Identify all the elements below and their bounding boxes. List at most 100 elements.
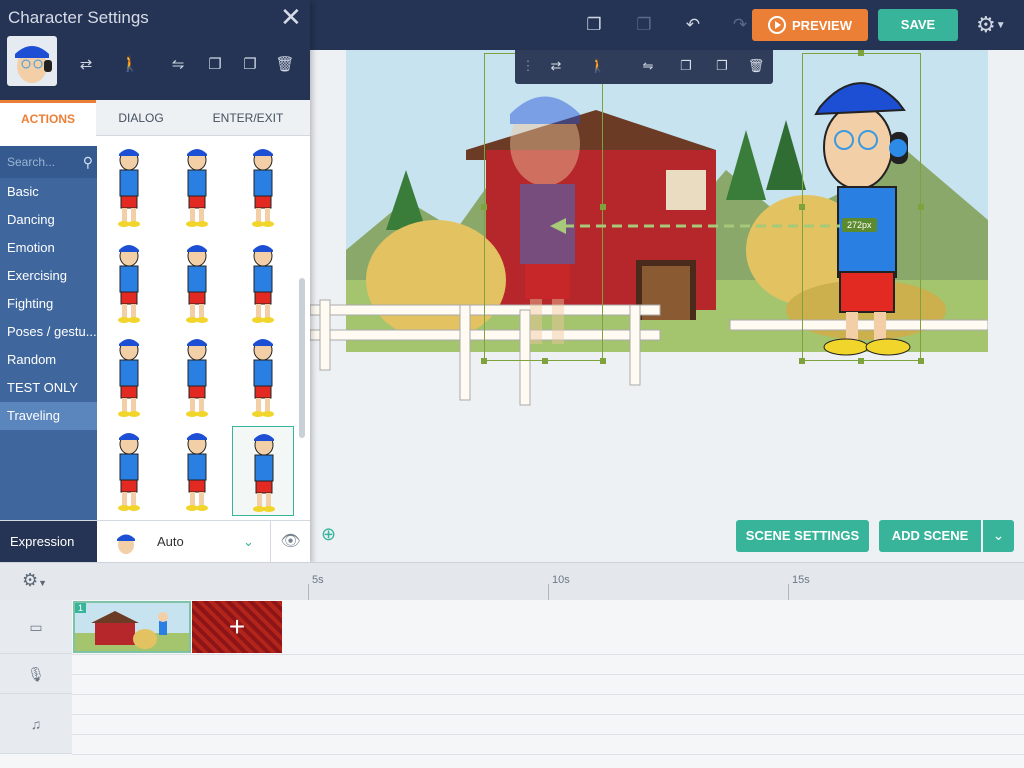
resize-handle[interactable]	[481, 358, 487, 364]
resize-handle[interactable]	[600, 358, 606, 364]
swap-character-icon[interactable]: ⇄	[545, 58, 567, 76]
resize-handle[interactable]	[799, 358, 805, 364]
category-list: Search... ⚲ Basic Dancing Emotion Exercis…	[0, 146, 97, 520]
scrollbar[interactable]	[299, 278, 305, 438]
category-dancing[interactable]: Dancing	[0, 206, 97, 234]
flip-icon[interactable]: ⇋	[166, 55, 190, 77]
character-settings-panel: Character Settings ✕ ⇄ 🚶 ⇋ ❐ ❐ 🗑 ACTIONS…	[0, 0, 310, 563]
row-divider	[72, 654, 1024, 655]
category-poses-gestures[interactable]: Poses / gestu...	[0, 318, 97, 346]
category-traveling[interactable]: Traveling	[0, 402, 97, 430]
panel-title: Character Settings	[8, 8, 149, 27]
action-thumbnail[interactable]	[98, 238, 160, 328]
resize-handle[interactable]	[600, 204, 606, 210]
expression-face-icon	[117, 534, 135, 554]
row-divider	[72, 754, 1024, 755]
add-scene-dropdown[interactable]: ⌄	[983, 520, 1014, 552]
scene-thumbnail[interactable]: 1	[73, 601, 191, 653]
action-thumbnail[interactable]	[232, 238, 294, 328]
resize-handle[interactable]	[481, 204, 487, 210]
row-divider	[72, 734, 1024, 735]
undo-icon[interactable]: ↶	[680, 12, 706, 38]
tick-label: 15s	[792, 574, 810, 586]
motion-path-arrow	[550, 218, 840, 234]
action-thumbnail[interactable]	[166, 146, 228, 232]
character-selection-box[interactable]	[802, 53, 921, 361]
save-button[interactable]: SAVE	[878, 9, 958, 41]
character-toolbar: ⋮ ⇄ 🚶 ⇋ ❐ ❐ 🗑	[515, 50, 773, 84]
row-divider	[72, 714, 1024, 715]
trash-icon[interactable]: 🗑	[273, 55, 297, 77]
tick-mark	[548, 584, 549, 600]
flip-icon[interactable]: ⇋	[637, 58, 659, 76]
eye-icon[interactable]: 👁	[270, 521, 310, 563]
resize-handle[interactable]	[918, 204, 924, 210]
avatar[interactable]	[7, 36, 57, 86]
category-exercising[interactable]: Exercising	[0, 262, 97, 290]
add-scene-button[interactable]: ADD SCENE	[879, 520, 981, 552]
add-scene-tile[interactable]: +	[192, 601, 282, 653]
trash-icon[interactable]: 🗑	[745, 58, 767, 76]
copy-icon[interactable]: ❐	[203, 55, 227, 77]
resize-handle[interactable]	[799, 204, 805, 210]
panel-header: Character Settings ✕ ⇄ 🚶 ⇋ ❐ ❐ 🗑	[0, 0, 310, 100]
action-thumbnail[interactable]	[166, 332, 228, 422]
paste-icon[interactable]: ❐	[238, 55, 262, 77]
action-thumbnail[interactable]	[232, 426, 294, 516]
expression-bar: Expression Auto ⌄ 👁	[0, 520, 310, 563]
resize-handle[interactable]	[858, 358, 864, 364]
tick-label: 5s	[312, 574, 324, 586]
action-thumbnail[interactable]	[166, 426, 228, 516]
expression-label: Expression	[0, 521, 97, 563]
paste-icon[interactable]: ❐	[711, 58, 733, 76]
chevron-down-icon[interactable]: ⌄	[243, 521, 254, 563]
settings-gear-icon[interactable]: ⚙▼	[976, 12, 1006, 39]
search-input[interactable]: Search... ⚲	[0, 146, 97, 178]
chevron-down-icon: ⌄	[992, 527, 1005, 543]
tick-mark	[308, 584, 309, 600]
drag-handle-icon[interactable]: ⋮	[517, 58, 539, 76]
action-grid	[98, 146, 294, 520]
category-test-only[interactable]: TEST ONLY	[0, 374, 97, 402]
action-thumbnail[interactable]	[98, 426, 160, 516]
tab-dialog[interactable]: DIALOG	[96, 100, 186, 136]
copy-icon[interactable]: ❐	[581, 12, 607, 38]
category-random[interactable]: Random	[0, 346, 97, 374]
category-fighting[interactable]: Fighting	[0, 290, 97, 318]
panel-tabs: ACTIONS DIALOG ENTER/EXIT	[0, 100, 310, 136]
zoom-in-icon[interactable]: ⊕	[321, 524, 345, 548]
music-icon: ♫	[0, 694, 72, 754]
resize-handle[interactable]	[858, 50, 864, 56]
action-thumbnail[interactable]	[98, 146, 160, 232]
row-divider	[72, 674, 1024, 675]
timeline-settings-gear-icon[interactable]: ⚙▼	[22, 570, 47, 591]
action-thumbnail[interactable]	[232, 332, 294, 422]
camera-icon: ▭	[0, 600, 72, 654]
paste-icon[interactable]: ❐	[631, 12, 657, 38]
tab-enter-exit[interactable]: ENTER/EXIT	[186, 100, 310, 136]
action-thumbnail[interactable]	[166, 238, 228, 328]
tick-label: 10s	[552, 574, 570, 586]
category-basic[interactable]: Basic	[0, 178, 97, 206]
action-icon[interactable]: 🚶	[118, 55, 142, 77]
play-icon	[768, 16, 787, 34]
action-icon[interactable]: 🚶	[587, 58, 609, 76]
category-emotion[interactable]: Emotion	[0, 234, 97, 262]
search-icon: ⚲	[82, 154, 93, 170]
timeline-ruler: 5s 10s 15s	[72, 562, 1024, 600]
copy-icon[interactable]: ❐	[675, 58, 697, 76]
resize-handle[interactable]	[918, 358, 924, 364]
scene-number: 1	[75, 603, 87, 613]
tick-mark	[788, 584, 789, 600]
swap-character-icon[interactable]: ⇄	[74, 55, 98, 77]
close-icon[interactable]: ✕	[280, 4, 302, 30]
expression-select[interactable]: Auto	[157, 521, 184, 563]
redo-icon[interactable]: ↷	[727, 12, 753, 38]
scene-settings-button[interactable]: SCENE SETTINGS	[736, 520, 869, 552]
resize-handle[interactable]	[542, 358, 548, 364]
microphone-icon: 🎙	[0, 654, 72, 694]
action-thumbnail[interactable]	[98, 332, 160, 422]
tab-actions[interactable]: ACTIONS	[0, 100, 96, 136]
action-thumbnail[interactable]	[232, 146, 294, 232]
preview-button[interactable]: PREVIEW	[752, 9, 868, 41]
